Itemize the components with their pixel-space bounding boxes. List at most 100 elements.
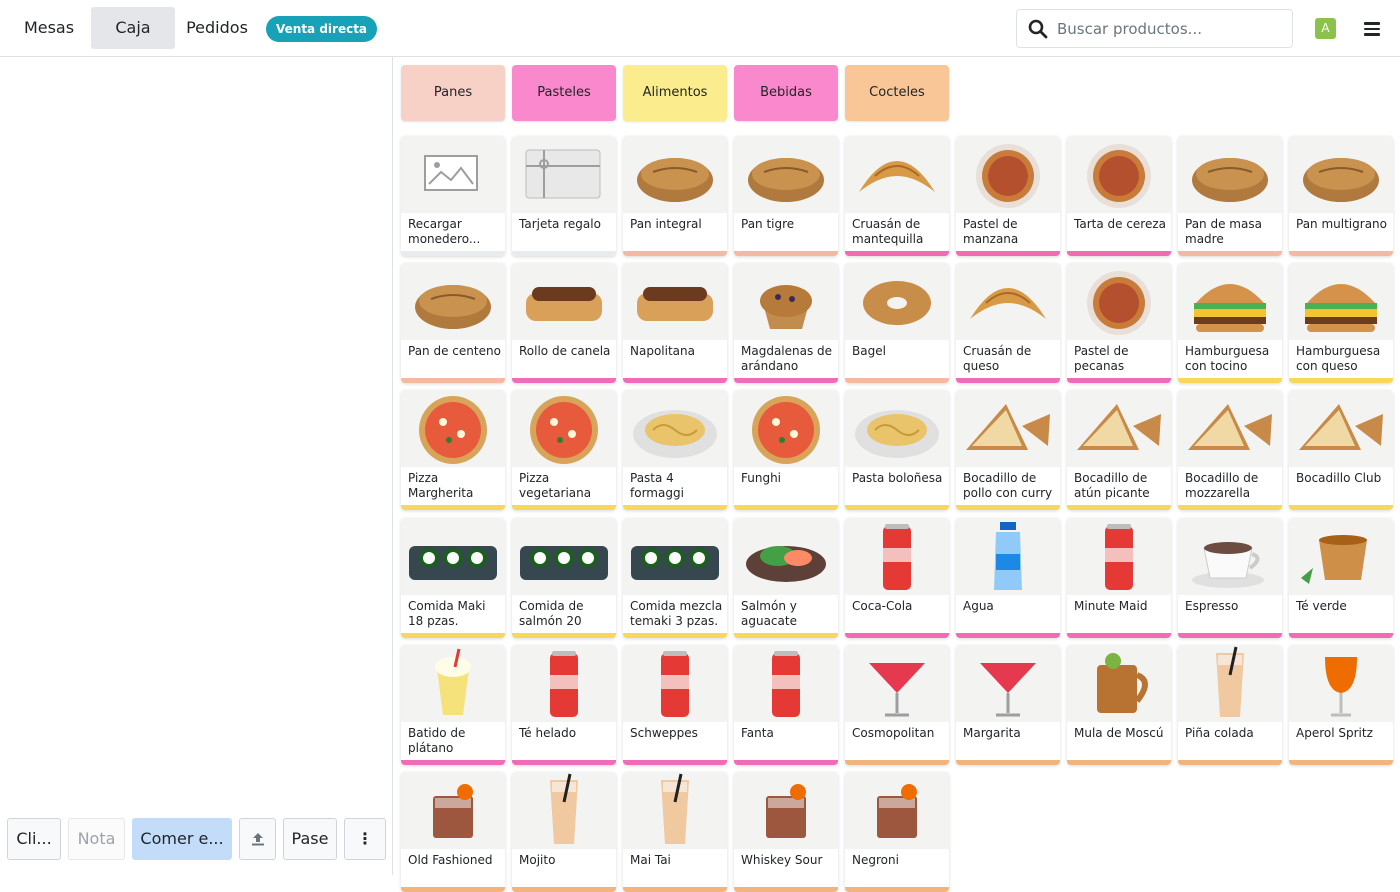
mug-icon: [1067, 645, 1171, 722]
product-card[interactable]: Tarta de cereza: [1067, 136, 1171, 256]
image-placeholder-icon: [401, 136, 505, 213]
product-card[interactable]: Old Fashioned: [401, 772, 505, 892]
product-card[interactable]: Comida de salmón 20 pzas.: [512, 518, 616, 638]
category-color-bar: [401, 251, 505, 256]
tab-pedidos[interactable]: Pedidos: [182, 7, 252, 49]
product-card[interactable]: Pastel de manzana: [956, 136, 1060, 256]
product-card[interactable]: Comida mezcla temaki 3 pzas.: [623, 518, 727, 638]
cocktail-glass-icon: [956, 645, 1060, 722]
rocks-glass-icon: [401, 772, 505, 849]
product-card[interactable]: Espresso: [1178, 518, 1282, 638]
upload-button[interactable]: [239, 818, 276, 860]
direct-sale-badge[interactable]: Venta directa: [266, 16, 378, 42]
tab-mesas[interactable]: Mesas: [14, 7, 84, 49]
customer-button[interactable]: Cli...: [7, 818, 61, 860]
eat-in-button[interactable]: Comer e...: [132, 818, 232, 860]
category-color-bar: [623, 251, 727, 256]
category-pasteles[interactable]: Pasteles: [512, 65, 616, 121]
product-card[interactable]: Tarjeta regalo: [512, 136, 616, 256]
product-card[interactable]: Cruasán de mantequilla: [845, 136, 949, 256]
product-card[interactable]: Magdalenas de arándano: [734, 263, 838, 383]
category-color-bar: [1067, 505, 1171, 510]
category-panes[interactable]: Panes: [401, 65, 505, 121]
product-card[interactable]: Batido de plátano: [401, 645, 505, 765]
category-cocteles[interactable]: Cocteles: [845, 65, 949, 121]
category-color-bar: [734, 251, 838, 256]
product-card[interactable]: Mula de Moscú: [1067, 645, 1171, 765]
product-card[interactable]: Mai Tai: [623, 772, 727, 892]
category-alimentos[interactable]: Alimentos: [623, 65, 727, 121]
gift-card-icon: [512, 136, 616, 213]
product-card[interactable]: Rollo de canela: [512, 263, 616, 383]
product-card[interactable]: Mojito: [512, 772, 616, 892]
product-card[interactable]: Negroni: [845, 772, 949, 892]
product-card[interactable]: Té verde: [1289, 518, 1393, 638]
avatar[interactable]: A: [1315, 18, 1336, 39]
product-card[interactable]: Pastel de pecanas: [1067, 263, 1171, 383]
product-card[interactable]: Aperol Spritz: [1289, 645, 1393, 765]
product-card[interactable]: Bocadillo de mozzarella: [1178, 390, 1282, 510]
more-options-button[interactable]: ⋮: [344, 818, 386, 860]
product-card[interactable]: Pizza vegetariana: [512, 390, 616, 510]
product-card[interactable]: Piña colada: [1178, 645, 1282, 765]
category-color-bar: [512, 505, 616, 510]
product-card[interactable]: Pasta 4 formaggi: [623, 390, 727, 510]
category-bebidas[interactable]: Bebidas: [734, 65, 838, 121]
product-card[interactable]: Pan multigrano: [1289, 136, 1393, 256]
rocks-glass-icon: [845, 772, 949, 849]
category-color-bar: [956, 633, 1060, 638]
product-card[interactable]: Funghi: [734, 390, 838, 510]
note-button[interactable]: Nota: [68, 818, 125, 860]
product-card[interactable]: Fanta: [734, 645, 838, 765]
product-card[interactable]: Salmón y aguacate: [734, 518, 838, 638]
product-card[interactable]: Margarita: [956, 645, 1060, 765]
product-card[interactable]: Pasta boloñesa: [845, 390, 949, 510]
product-card[interactable]: Bocadillo de atún picante: [1067, 390, 1171, 510]
product-card[interactable]: Whiskey Sour: [734, 772, 838, 892]
product-card[interactable]: Minute Maid: [1067, 518, 1171, 638]
product-card[interactable]: Té helado: [512, 645, 616, 765]
product-card[interactable]: Coca-Cola: [845, 518, 949, 638]
product-name: Old Fashioned: [408, 853, 493, 867]
product-card[interactable]: Pan de centeno: [401, 263, 505, 383]
category-color-bar: [734, 505, 838, 510]
product-card[interactable]: Schweppes: [623, 645, 727, 765]
product-card[interactable]: Agua: [956, 518, 1060, 638]
search-icon[interactable]: [1028, 19, 1048, 39]
product-card[interactable]: Cosmopolitan: [845, 645, 949, 765]
product-card[interactable]: Napolitana: [623, 263, 727, 383]
product-card[interactable]: Pan tigre: [734, 136, 838, 256]
product-card[interactable]: Hamburguesa con tocino: [1178, 263, 1282, 383]
category-color-bar: [623, 633, 727, 638]
product-card[interactable]: Bocadillo de pollo con curry: [956, 390, 1060, 510]
tea-cup-icon: [1289, 518, 1393, 595]
tall-glass-icon: [1178, 645, 1282, 722]
croissant-icon: [956, 263, 1060, 340]
product-name: Comida Maki 18 pzas.: [408, 599, 486, 628]
hamburger-menu-icon[interactable]: [1364, 22, 1380, 36]
product-name: Pastel de pecanas: [1074, 344, 1129, 373]
product-name: Piña colada: [1185, 726, 1254, 740]
product-card[interactable]: Pan integral: [623, 136, 727, 256]
product-card[interactable]: Bagel: [845, 263, 949, 383]
product-name: Pan de masa madre: [1185, 217, 1262, 246]
product-name: Aperol Spritz: [1296, 726, 1373, 740]
search-input[interactable]: [1057, 10, 1287, 47]
product-name: Bagel: [852, 344, 886, 358]
product-card[interactable]: Cruasán de queso: [956, 263, 1060, 383]
tab-caja[interactable]: Caja: [91, 7, 175, 49]
category-color-bar: [401, 887, 505, 892]
product-card[interactable]: Pizza Margherita: [401, 390, 505, 510]
pastry-icon: [623, 263, 727, 340]
product-card[interactable]: Comida Maki 18 pzas.: [401, 518, 505, 638]
product-name: Funghi: [741, 471, 782, 485]
product-card[interactable]: Bocadillo Club: [1289, 390, 1393, 510]
product-name: Recargar monedero...: [408, 217, 481, 246]
product-card[interactable]: Pan de masa madre: [1178, 136, 1282, 256]
product-card[interactable]: Hamburguesa con queso: [1289, 263, 1393, 383]
pass-button[interactable]: Pase: [283, 818, 337, 860]
category-color-bar: [956, 251, 1060, 256]
pie-icon: [956, 136, 1060, 213]
salad-icon: [734, 518, 838, 595]
product-card[interactable]: Recargar monedero...: [401, 136, 505, 256]
